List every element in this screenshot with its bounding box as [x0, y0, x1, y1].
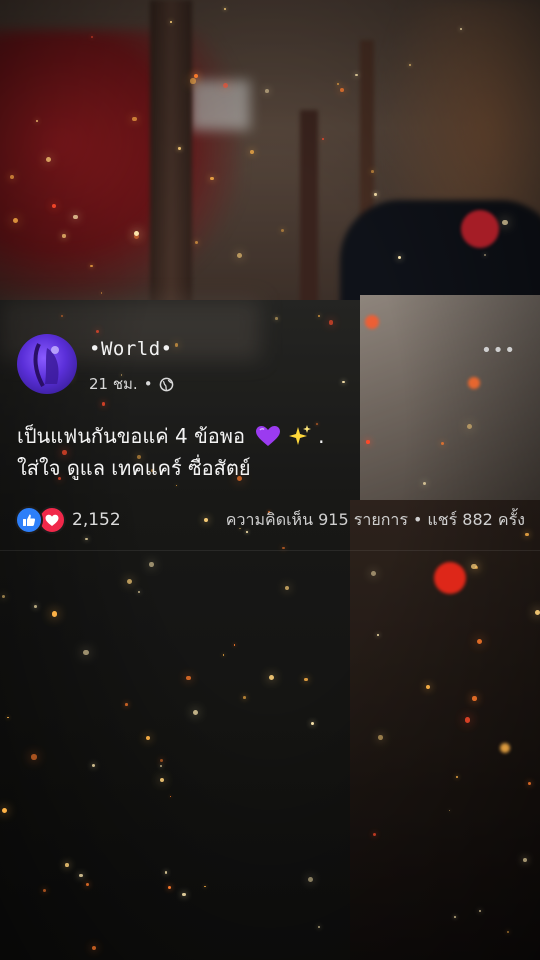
sparkle-particle: [472, 696, 477, 701]
sparkle-particle: [355, 73, 358, 77]
caption-line-1-end: .: [318, 424, 325, 448]
sparkle-particle: [268, 674, 274, 680]
sparkle-particle: [243, 695, 246, 699]
sparkle-particle: [222, 82, 228, 88]
post-meta: 21 ชม. •: [89, 372, 174, 396]
sparkle-particle: [366, 440, 370, 444]
reaction-count: 2,152: [72, 510, 121, 530]
sparkle-particle: [466, 423, 472, 429]
sparkle-particle: [12, 217, 19, 224]
sparkle-particle: [328, 320, 334, 325]
caption-text-1: เป็นแฟนกันขอแค่ 4 ข้อพอ: [17, 424, 245, 448]
globe-icon: [159, 377, 173, 391]
shares-count[interactable]: แชร์ 882 ครั้ง: [427, 510, 525, 529]
sparkle-particle: [149, 561, 154, 567]
sparkle-particle: [307, 877, 313, 882]
bokeh-light: [468, 377, 480, 389]
comments-count[interactable]: ความคิดเห็น 915 รายการ: [226, 510, 408, 529]
sparkle-particle: [91, 764, 95, 768]
sparkles-icon: [288, 425, 311, 445]
post-caption: เป็นแฟนกันขอแค่ 4 ข้อพอ . ใส่ใจ ดูแล เทค…: [17, 420, 324, 484]
sparkle-particle: [281, 546, 285, 550]
sparkle-particle: [371, 169, 374, 173]
sparkle-particle: [249, 150, 254, 154]
sparkle-particle: [62, 234, 66, 238]
sparkle-particle: [310, 721, 314, 725]
sparkle-particle: [178, 147, 181, 150]
sparkle-particle: [1, 807, 7, 813]
sparkle-particle: [190, 78, 196, 84]
sparkle-particle: [223, 8, 226, 11]
sparkle-particle: [79, 873, 83, 878]
sparkle-particle: [317, 926, 320, 929]
sparkle-particle: [125, 703, 128, 706]
sparkle-particle: [453, 915, 456, 918]
sparkle-particle: [194, 240, 198, 244]
sparkle-particle: [210, 176, 214, 181]
sparkle-particle: [43, 889, 46, 893]
sparkle-particle: [186, 675, 191, 681]
sparkle-particle: [459, 27, 462, 30]
sparkle-particle: [60, 315, 63, 318]
sparkle-particle: [464, 717, 470, 723]
caption-line-1: เป็นแฟนกันขอแค่ 4 ข้อพอ .: [17, 420, 324, 452]
sparkle-particle: [304, 677, 308, 682]
like-icon: [15, 506, 43, 534]
sparkle-particle: [64, 863, 69, 867]
avatar-figure-icon: [33, 343, 59, 387]
sparkle-particle: [425, 684, 430, 689]
sparkle-particle: [342, 380, 345, 383]
reactions-summary[interactable]: 2,152: [15, 506, 121, 534]
sparkle-particle: [525, 532, 529, 536]
bokeh-light: [365, 315, 379, 329]
bokeh-light: [500, 743, 510, 753]
sparkle-particle: [376, 633, 379, 637]
bokeh-light: [461, 210, 499, 248]
sparkle-particle: [45, 156, 51, 162]
sparkle-particle: [527, 781, 531, 785]
purple-heart-icon: [256, 426, 281, 446]
sparkle-particle: [374, 193, 377, 196]
sparkle-particle: [522, 857, 527, 862]
meta-separator: •: [143, 375, 153, 393]
post-stats: ความคิดเห็น 915 รายการ • แชร์ 882 ครั้ง: [226, 508, 525, 533]
post-time[interactable]: 21 ชม.: [89, 372, 138, 396]
stats-separator: •: [412, 510, 423, 529]
sparkle-particle: [31, 754, 37, 760]
sparkle-particle: [534, 609, 540, 615]
caption-line-2: ใส่ใจ ดูแล เทคแคร์ ซื่อสัตย์: [17, 456, 251, 480]
sparkle-particle: [83, 649, 89, 656]
sparkle-particle: [373, 832, 377, 836]
sparkle-particle: [422, 482, 426, 486]
sparkle-particle: [280, 229, 284, 233]
divider: [0, 550, 540, 551]
sparkle-particle: [408, 64, 411, 66]
sparkle-particle: [378, 735, 384, 740]
sparkle-particle: [370, 571, 376, 576]
avatar[interactable]: [17, 334, 77, 394]
sparkle-particle: [159, 758, 163, 762]
page-name[interactable]: •World•: [89, 338, 173, 360]
sparkle-particle: [33, 605, 37, 608]
sparkle-particle: [90, 264, 93, 267]
bokeh-light: [434, 562, 466, 594]
sparkle-particle: [275, 317, 278, 320]
sparkle-particle: [471, 563, 477, 570]
sparkle-particle: [483, 253, 486, 256]
sparkle-particle: [203, 518, 208, 523]
sparkle-particle: [51, 611, 58, 617]
more-options-icon[interactable]: •••: [481, 340, 516, 361]
sparkle-particle: [502, 219, 508, 225]
